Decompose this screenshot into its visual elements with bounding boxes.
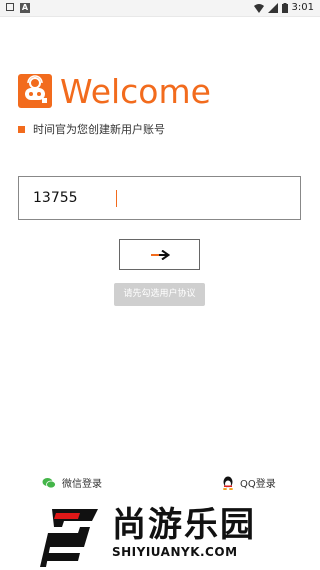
qq-login-label: QQ登录	[240, 479, 276, 490]
subtitle: 时间官为您创建新用户账号	[18, 121, 165, 137]
watermark-cn: 尚游乐园	[112, 505, 256, 545]
watermark-logo-icon	[40, 509, 98, 567]
arrow-right-icon	[150, 249, 170, 260]
status-bar: A 3:01	[0, 0, 320, 17]
next-button[interactable]	[119, 239, 200, 270]
wechat-login-label: 微信登录	[62, 479, 102, 490]
qq-penguin-icon	[223, 476, 233, 490]
watermark: 尚游乐园 SHIYIUANYK.COM	[40, 505, 320, 570]
welcome-title: Welcome	[60, 72, 211, 111]
watermark-en: SHIYIUANYK.COM	[112, 545, 238, 559]
wechat-icon	[42, 477, 56, 488]
status-time: 3:01	[291, 2, 314, 13]
status-left-icons: A	[6, 3, 30, 13]
text-cursor	[116, 190, 117, 207]
phone-number-input[interactable]	[18, 176, 301, 220]
qq-login[interactable]: QQ登录	[222, 475, 276, 490]
wifi-icon	[253, 3, 264, 13]
app-notification-icon: A	[20, 3, 30, 13]
agree-terms-button[interactable]: 请先勾选用户协议	[114, 283, 205, 306]
signal-icon	[267, 2, 278, 13]
notification-icon	[6, 3, 14, 11]
watermark-text: 尚游乐园 SHIYIUANYK.COM	[112, 505, 256, 559]
wechat-login[interactable]: 微信登录	[42, 475, 102, 490]
orange-square-icon	[18, 125, 25, 133]
app-logo	[18, 74, 52, 108]
robot-logo-icon	[25, 75, 47, 103]
battery-icon	[281, 2, 288, 13]
subtitle-text: 时间官为您创建新用户账号	[33, 123, 165, 136]
status-right-icons: 3:01	[253, 2, 314, 13]
